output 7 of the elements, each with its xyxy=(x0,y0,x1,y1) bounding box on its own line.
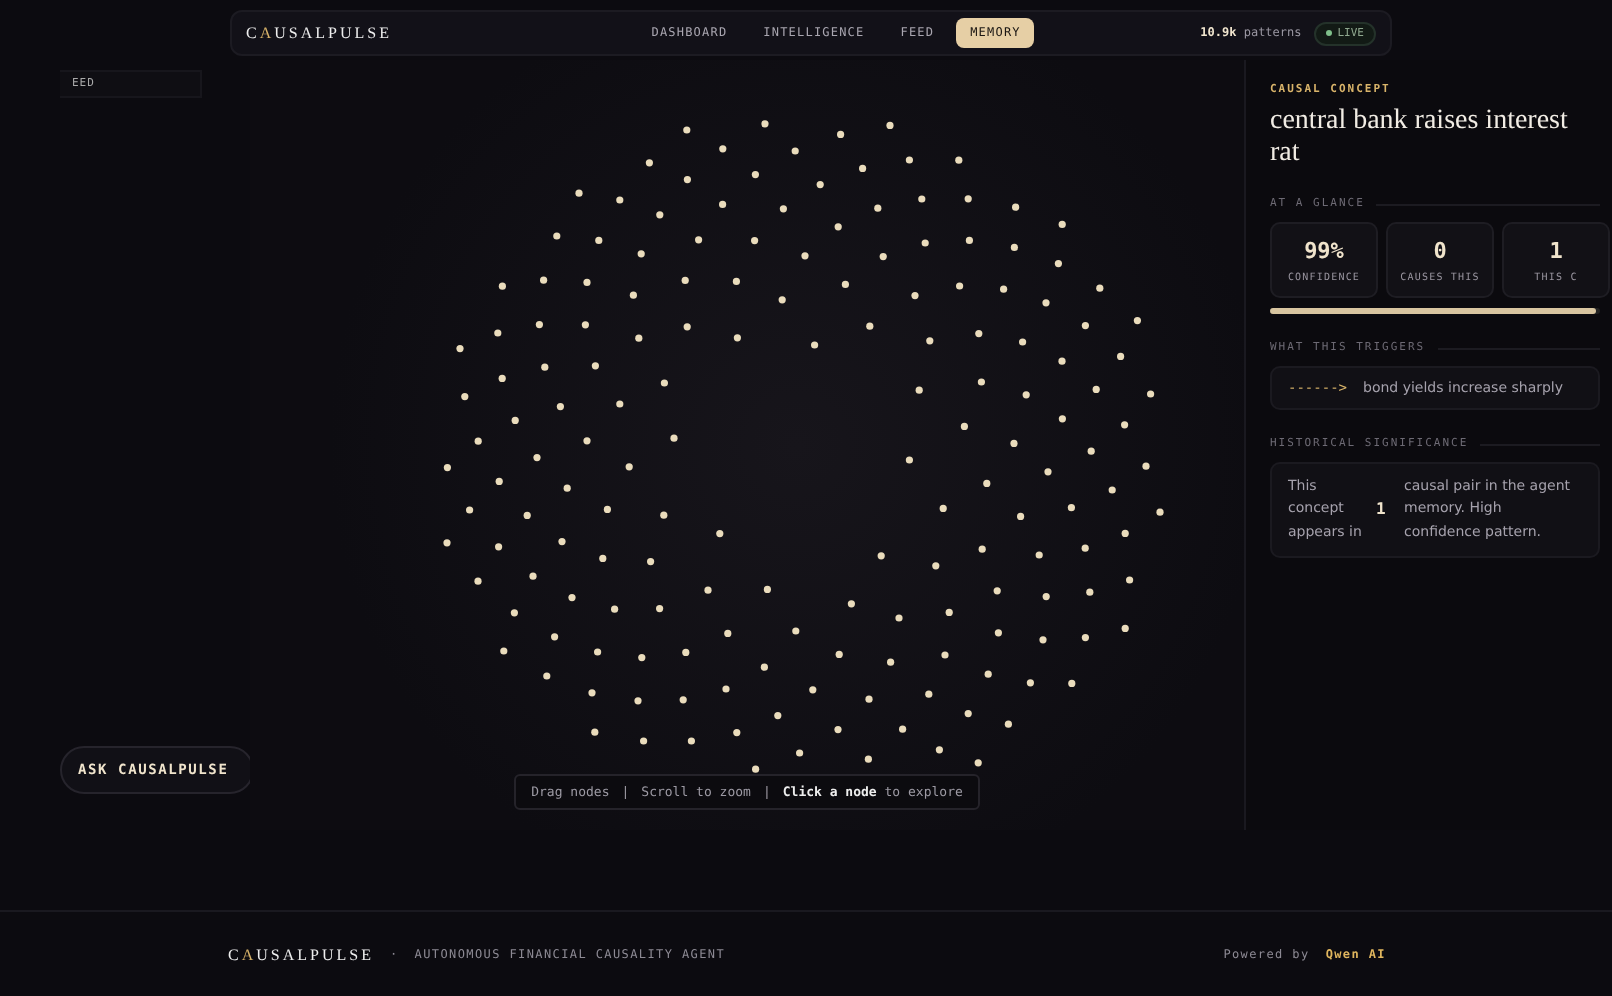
stat-value: 1 xyxy=(1547,238,1565,265)
pair-count: 1 xyxy=(1376,500,1388,519)
stat-value: 99% xyxy=(1302,238,1346,265)
concept-title: central bank raises interest rat xyxy=(1270,106,1570,171)
logo: C AUSALPULSE xyxy=(246,24,392,42)
logo: C AUSALPULSE xyxy=(228,945,374,963)
stat-value: 0 xyxy=(1431,238,1449,265)
